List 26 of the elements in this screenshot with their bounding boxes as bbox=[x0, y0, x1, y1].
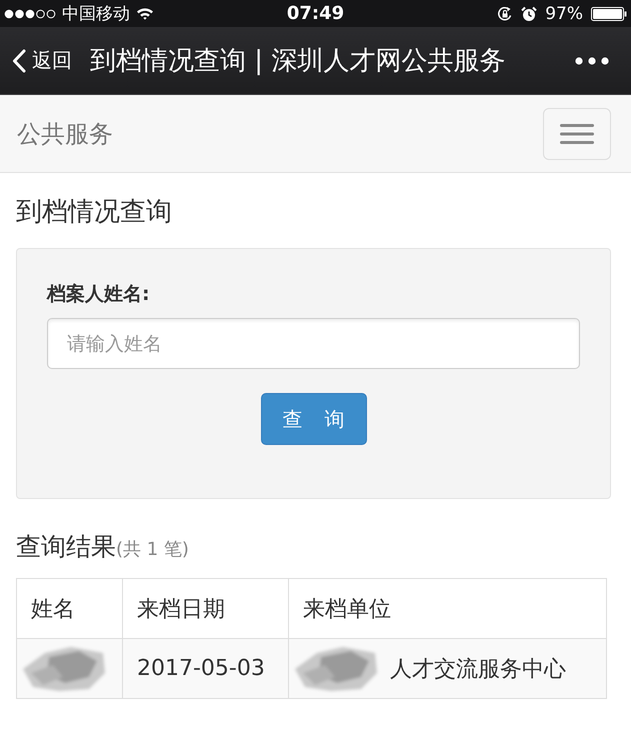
cell-text: 人才交流服务中心 bbox=[390, 656, 566, 682]
battery-percent: 97% bbox=[545, 4, 583, 24]
column-header: 来档日期 bbox=[122, 578, 288, 638]
chevron-left-icon bbox=[12, 48, 26, 72]
table-cell: 2017-05-03 bbox=[122, 638, 288, 698]
column-header: 来档单位 bbox=[288, 578, 606, 638]
field-label: 档案人姓名: bbox=[47, 282, 151, 307]
signal-dots-icon bbox=[4, 8, 56, 18]
more-icon[interactable] bbox=[575, 56, 609, 64]
clock-time: 07:49 bbox=[286, 3, 344, 24]
nav-title: 到档情况查询 | 深圳人才网公共服务 bbox=[90, 45, 506, 78]
rotation-lock-icon bbox=[497, 6, 514, 22]
page-heading: 到档情况查询 bbox=[16, 197, 173, 228]
result-count: (共 1 笔) bbox=[116, 539, 189, 560]
menu-button[interactable] bbox=[543, 108, 611, 160]
battery-icon bbox=[591, 6, 627, 20]
brand-name[interactable]: 公共服务 bbox=[17, 118, 113, 150]
carrier-name: 中国移动 bbox=[62, 3, 130, 25]
query-button[interactable]: 查 询 bbox=[260, 393, 366, 445]
results-heading: 查询结果 bbox=[16, 532, 116, 561]
menu-icon bbox=[560, 124, 594, 144]
name-input[interactable]: 请输入姓名 bbox=[47, 318, 580, 369]
back-button[interactable]: 返回 bbox=[12, 47, 72, 74]
column-header: 姓名 bbox=[16, 578, 122, 638]
wifi-icon bbox=[136, 7, 154, 20]
alarm-clock-icon bbox=[521, 6, 538, 22]
